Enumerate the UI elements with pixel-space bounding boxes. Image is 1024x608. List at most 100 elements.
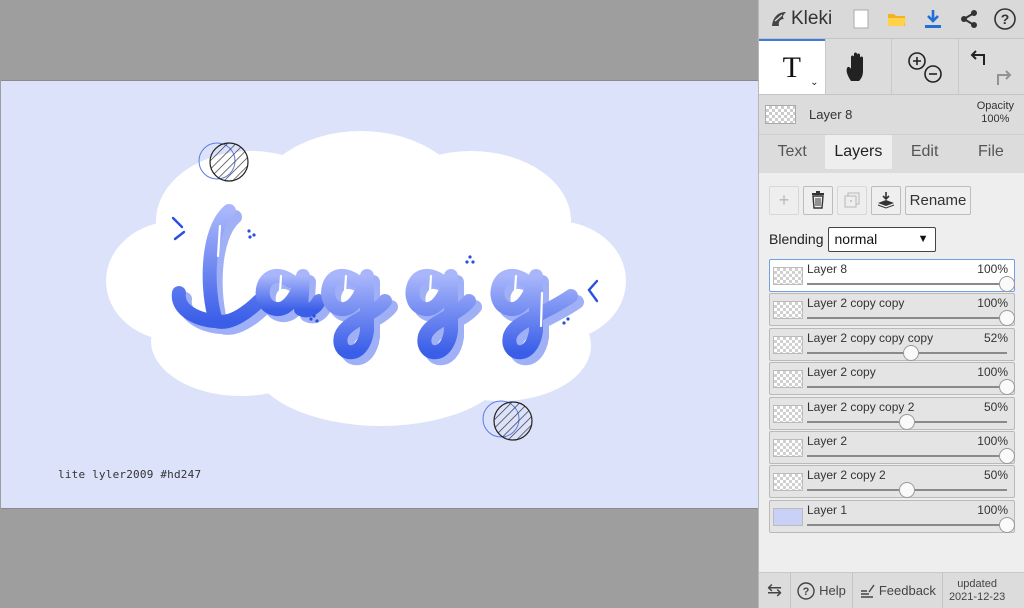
app-name: Kleki (791, 8, 833, 29)
layer-name: Layer 2 copy copy copy (807, 330, 934, 345)
opacity-label: Opacity (976, 100, 1014, 112)
blending-select[interactable]: normal ▼ (827, 226, 936, 252)
layer-opacity-slider[interactable] (807, 379, 1015, 396)
help-label: Help (819, 583, 846, 598)
layer-name: Layer 2 copy copy (807, 296, 905, 311)
layer-opacity-value: 50% (983, 399, 1008, 414)
opacity-value: 100% (981, 113, 1010, 125)
layer-row[interactable]: Layer 8 100% (769, 259, 1015, 292)
layer-opacity-value: 50% (983, 468, 1008, 483)
hand-icon (846, 52, 864, 81)
rename-layer-button[interactable]: Rename (905, 185, 971, 215)
trash-icon (812, 191, 824, 209)
redo-icon[interactable] (997, 69, 1012, 85)
layer-thumbnail (773, 438, 803, 457)
zoom-buttons (891, 39, 958, 94)
layer-row[interactable]: Layer 1 100% (769, 499, 1015, 533)
slider-handle[interactable] (899, 482, 915, 499)
zoom-in-icon[interactable] (907, 51, 926, 70)
layer-thumbnail (773, 404, 803, 423)
layer-opacity-value: 100% (977, 296, 1008, 311)
layer-opacity-slider[interactable] (807, 344, 1007, 361)
slider-handle[interactable] (999, 276, 1015, 292)
slider-handle[interactable] (999, 379, 1015, 396)
current-layer-info: Layer 8 Opacity 100% (759, 95, 1024, 135)
layer-row[interactable]: Layer 2 copy 100% (769, 362, 1015, 396)
undo-redo-buttons (957, 39, 1024, 94)
slider-handle[interactable] (903, 344, 919, 361)
top-toolbar: Kleki ? (759, 0, 1024, 39)
slider-handle[interactable] (899, 413, 915, 430)
layer-row[interactable]: Layer 2 copy copy 100% (769, 293, 1015, 327)
tool-row: T ⌄ (759, 39, 1024, 95)
svg-text:?: ? (803, 586, 810, 598)
download-icon[interactable] (915, 0, 951, 39)
layer-opacity-slider[interactable] (807, 276, 1015, 292)
layer-opacity-value: 100% (977, 502, 1008, 517)
layer-name: Layer 2 copy copy 2 (807, 399, 915, 414)
layer-opacity-slider[interactable] (807, 413, 1007, 430)
layer-opacity-slider[interactable] (807, 516, 1015, 533)
layer-opacity-value: 100% (977, 365, 1008, 380)
hand-tool-button[interactable] (824, 39, 892, 94)
layer-row[interactable]: Layer 2 100% (769, 430, 1015, 464)
layer-opacity-value: 52% (983, 330, 1008, 345)
slider-handle[interactable] (999, 447, 1015, 464)
panel-tabs: Text Layers Edit File (759, 135, 1024, 169)
undo-icon[interactable] (970, 49, 986, 65)
tab-text[interactable]: Text (759, 135, 825, 169)
duplicate-layer-button[interactable] (837, 185, 867, 215)
layer-opacity-value: 100% (977, 262, 1008, 276)
slider-handle[interactable] (999, 516, 1015, 533)
layer-thumbnail (773, 370, 803, 389)
feedback-label: Feedback (878, 583, 936, 598)
current-layer-opacity: Opacity 100% (977, 100, 1014, 126)
layer-row[interactable]: Layer 2 copy copy 2 50% (769, 396, 1015, 430)
updated-label: updated (957, 577, 997, 590)
tab-file[interactable]: File (958, 135, 1024, 169)
new-image-icon[interactable] (843, 0, 879, 39)
chevron-down-icon[interactable]: ⌄ (810, 77, 818, 88)
canvas-workspace[interactable]: lite lyler2009 #hd247 (0, 0, 758, 608)
layer-name: Layer 2 copy 2 (807, 468, 886, 483)
artwork-signature: lite lyler2009 #hd247 (58, 468, 202, 481)
swap-arrows-icon: ⇆ (767, 580, 783, 600)
layer-row[interactable]: Layer 2 copy copy copy 52% (769, 327, 1015, 361)
layer-thumbnail (773, 507, 803, 526)
layer-name: Layer 2 (807, 433, 848, 448)
layer-thumbnail (773, 301, 803, 320)
slider-handle[interactable] (999, 310, 1015, 327)
swap-sides-button[interactable]: ⇆ (759, 572, 792, 608)
blending-label: Blending (769, 231, 824, 247)
artwork-illustration (106, 131, 626, 441)
updated-info[interactable]: updated 2021-12-23 (943, 578, 1011, 604)
bottom-bar: ⇆ ? Help Feedback updated 2021-12-23 (759, 572, 1024, 608)
layer-opacity-slider[interactable] (807, 447, 1015, 464)
svg-text:?: ? (1001, 11, 1010, 27)
feedback-button[interactable]: Feedback (853, 572, 943, 608)
merge-down-icon (877, 192, 895, 209)
tab-layers[interactable]: Layers (825, 135, 892, 169)
layer-name: Layer 8 (807, 262, 848, 276)
zoom-out-icon[interactable] (923, 64, 942, 83)
layer-opacity-slider[interactable] (807, 310, 1015, 327)
help-button[interactable]: ? Help (791, 572, 853, 608)
updated-date: 2021-12-23 (948, 590, 1006, 603)
merge-down-button[interactable] (871, 185, 901, 215)
layer-name: Layer 1 (807, 502, 848, 517)
delete-layer-button[interactable] (803, 185, 833, 215)
drawing-canvas[interactable]: lite lyler2009 #hd247 (1, 80, 758, 509)
layer-row[interactable]: Layer 2 copy 2 50% (769, 465, 1015, 499)
help-icon[interactable]: ? (987, 0, 1023, 39)
add-layer-button[interactable]: + (769, 185, 799, 215)
open-folder-icon[interactable] (879, 0, 915, 39)
kleki-logo[interactable]: Kleki (759, 0, 843, 39)
layer-opacity-slider[interactable] (807, 482, 1007, 499)
layer-thumbnail (773, 473, 803, 492)
layer-actions: + Rename (759, 173, 1024, 217)
plus-icon: + (778, 189, 790, 210)
share-icon[interactable] (951, 0, 987, 39)
kleki-logo-icon (772, 12, 786, 26)
tab-edit[interactable]: Edit (892, 135, 958, 169)
text-tool-button[interactable]: T ⌄ (759, 39, 825, 94)
